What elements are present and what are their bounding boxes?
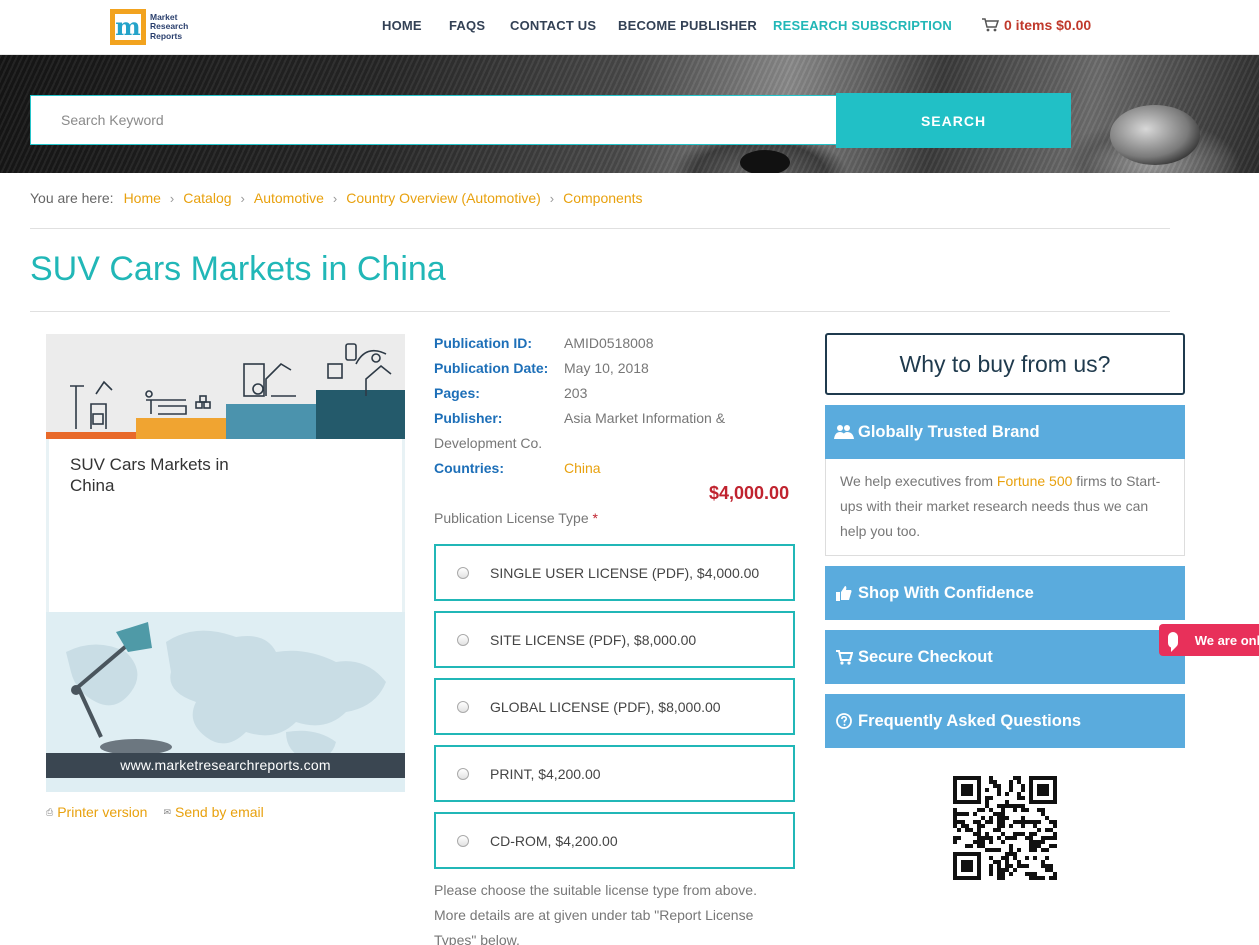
- license-type-label: Publication License Type *: [434, 510, 598, 526]
- breadcrumb: You are here: Home › Catalog › Automotiv…: [30, 190, 643, 206]
- top-navbar: m Market Research Reports HOME FAQS CONT…: [0, 0, 1259, 55]
- shopping-cart-icon: [834, 649, 854, 665]
- report-cover-image: SUV Cars Markets in China www.marketrese…: [46, 334, 405, 792]
- required-mark: *: [592, 510, 598, 526]
- publication-date-label: Publication Date:: [434, 360, 549, 376]
- users-icon: [834, 424, 854, 440]
- radio-button[interactable]: [457, 767, 469, 780]
- license-option-label: GLOBAL LICENSE (PDF), $8,000.00: [490, 698, 721, 715]
- printer-version-label: Printer version: [57, 804, 148, 820]
- breadcrumb-components[interactable]: Components: [563, 190, 642, 206]
- nav-research-subscription[interactable]: RESEARCH SUBSCRIPTION: [773, 18, 952, 33]
- breadcrumb-separator: ›: [549, 190, 555, 206]
- globally-trusted-brand-body: We help executives from Fortune 500 firm…: [825, 459, 1185, 556]
- send-by-email-link[interactable]: ✉ Send by email: [163, 804, 263, 820]
- hero-eye-left: [740, 150, 790, 173]
- license-option-label: CD-ROM, $4,200.00: [490, 832, 618, 849]
- page-title: SUV Cars Markets in China: [30, 250, 446, 288]
- qr-code: [953, 776, 1057, 880]
- cart-link[interactable]: 0 items $0.00: [982, 17, 1091, 33]
- shop-with-confidence-label: Shop With Confidence: [858, 583, 1034, 602]
- question-circle-icon: [834, 713, 854, 729]
- secure-checkout-header[interactable]: Secure Checkout: [825, 630, 1185, 684]
- cart-icon: [982, 18, 999, 32]
- license-option-label: SITE LICENSE (PDF), $8,000.00: [490, 631, 697, 648]
- search-input[interactable]: Search Keyword: [30, 95, 837, 145]
- breadcrumb-home[interactable]: Home: [124, 190, 161, 206]
- logo-line-3: Reports: [150, 30, 183, 41]
- printer-version-link[interactable]: ⎙ Printer version: [46, 804, 147, 820]
- license-option-print[interactable]: PRINT, $4,200.00: [434, 745, 795, 802]
- globally-trusted-brand-header[interactable]: Globally Trusted Brand: [825, 405, 1185, 459]
- radio-button[interactable]: [457, 566, 469, 579]
- faq-header[interactable]: Frequently Asked Questions: [825, 694, 1185, 748]
- license-option-label: PRINT, $4,200.00: [490, 765, 601, 782]
- breadcrumb-label: You are here:: [30, 190, 114, 206]
- breadcrumb-catalog[interactable]: Catalog: [183, 190, 231, 206]
- license-option-cd-rom[interactable]: CD-ROM, $4,200.00: [434, 812, 795, 869]
- secure-checkout-label: Secure Checkout: [858, 647, 993, 666]
- cover-url: www.marketresearchreports.com: [46, 753, 405, 778]
- nav-become-publisher[interactable]: BECOME PUBLISHER: [618, 18, 757, 33]
- globally-trusted-brand-label: Globally Trusted Brand: [858, 422, 1040, 441]
- email-icon: ✉: [163, 806, 172, 817]
- nav-faqs[interactable]: FAQS: [449, 18, 485, 33]
- publisher-label: Publisher:: [434, 410, 503, 426]
- page-tools: ⎙ Printer version ✉ Send by email: [46, 804, 264, 820]
- breadcrumb-separator: ›: [332, 190, 338, 206]
- search-button[interactable]: SEARCH: [836, 93, 1071, 148]
- divider: [30, 311, 1170, 312]
- chat-icon: [1168, 632, 1178, 652]
- fortune-500-highlight: Fortune 500: [996, 473, 1073, 489]
- radio-button[interactable]: [457, 633, 469, 646]
- license-option-global[interactable]: GLOBAL LICENSE (PDF), $8,000.00: [434, 678, 795, 735]
- license-type-text: Publication License Type: [434, 510, 589, 526]
- hero-eye-right: [1110, 105, 1200, 165]
- faq-label: Frequently Asked Questions: [858, 711, 1082, 730]
- radio-button[interactable]: [457, 700, 469, 713]
- hero-banner: Search Keyword SEARCH: [0, 55, 1259, 173]
- publisher-value-line-1: Asia Market Information &: [564, 410, 726, 426]
- pages-value: 203: [564, 385, 588, 401]
- logo-text: Market Research Reports: [150, 12, 188, 42]
- cover-illustration: [46, 334, 405, 439]
- publication-date-value: May 10, 2018: [564, 360, 649, 376]
- publication-id-value: AMID0518008: [564, 335, 654, 351]
- license-option-label: SINGLE USER LICENSE (PDF), $4,000.00: [490, 564, 760, 581]
- license-option-site[interactable]: SITE LICENSE (PDF), $8,000.00: [434, 611, 795, 668]
- send-by-email-label: Send by email: [175, 804, 264, 820]
- cover-title: SUV Cars Markets in China: [70, 455, 229, 495]
- countries-value[interactable]: China: [564, 460, 601, 476]
- trusted-body-text: We help executives from: [840, 473, 997, 489]
- divider: [30, 228, 1170, 229]
- thumbs-up-icon: [834, 585, 854, 601]
- breadcrumb-separator: ›: [169, 190, 175, 206]
- nav-home[interactable]: HOME: [382, 18, 422, 33]
- publisher-value-line-2: Development Co.: [434, 435, 543, 451]
- pages-label: Pages:: [434, 385, 480, 401]
- printer-icon: ⎙: [46, 806, 54, 817]
- countries-label: Countries:: [434, 460, 504, 476]
- publication-id-label: Publication ID:: [434, 335, 532, 351]
- nav-contact-us[interactable]: CONTACT US: [510, 18, 596, 33]
- breadcrumb-automotive[interactable]: Automotive: [254, 190, 324, 206]
- logo-mark: m: [110, 9, 146, 45]
- shop-with-confidence-header[interactable]: Shop With Confidence: [825, 566, 1185, 620]
- cart-summary: 0 items $0.00: [1004, 17, 1092, 33]
- breadcrumb-separator: ›: [240, 190, 245, 206]
- site-logo[interactable]: m Market Research Reports: [110, 8, 190, 46]
- live-chat-button[interactable]: We are online: [1159, 624, 1259, 656]
- search-placeholder: Search Keyword: [61, 112, 164, 128]
- chat-label: We are online: [1194, 632, 1259, 648]
- breadcrumb-country-overview[interactable]: Country Overview (Automotive): [346, 190, 541, 206]
- logo-letter: m: [115, 12, 141, 41]
- price: $4,000.00: [709, 483, 790, 503]
- industry-illustration: [46, 343, 405, 439]
- radio-button[interactable]: [457, 834, 469, 847]
- license-option-single-user[interactable]: SINGLE USER LICENSE (PDF), $4,000.00: [434, 544, 795, 601]
- license-note: Please choose the suitable license type …: [434, 882, 757, 945]
- why-buy-heading: Why to buy from us?: [825, 333, 1185, 395]
